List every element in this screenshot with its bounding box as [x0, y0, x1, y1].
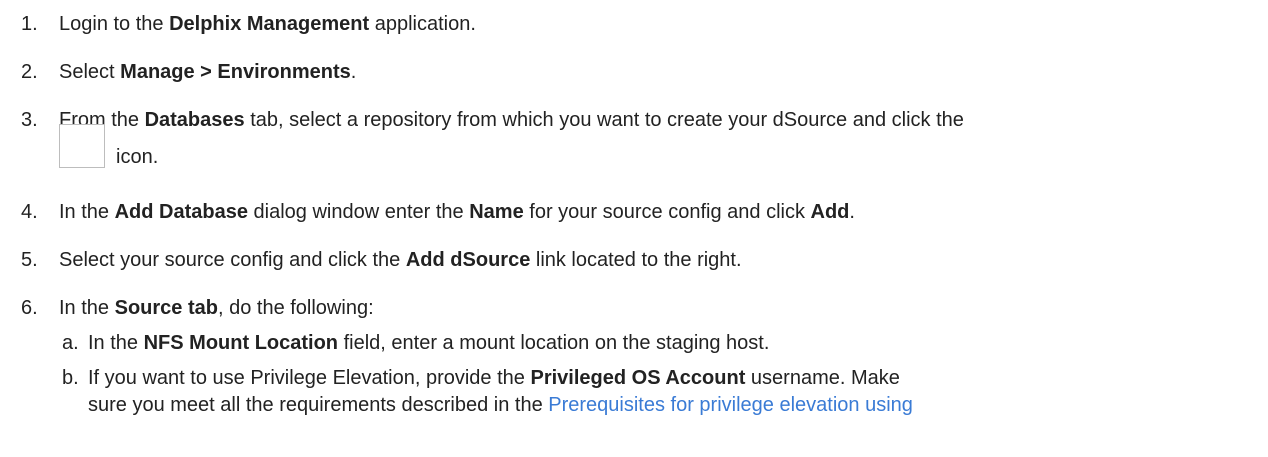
prerequisites-link[interactable]: Prerequisites for privilege elevation us… — [548, 394, 913, 416]
step-5: 5. Select your source config and click th… — [21, 248, 742, 272]
step-1: 1. Login to the Delphix Management applic… — [21, 12, 476, 36]
step-text: tab, select a repository from which you … — [244, 109, 964, 131]
substep-bold-term: NFS Mount Location — [143, 332, 339, 354]
step-3: 3. From the Databases tab, select a repos… — [21, 108, 964, 132]
step-text: dialog window enter the — [247, 201, 470, 223]
step-number: 3. — [21, 109, 38, 131]
step-bold-term: Source tab — [114, 297, 218, 319]
step-text: . — [849, 201, 855, 223]
step-bold-term: Name — [469, 201, 524, 223]
step-number: 5. — [21, 249, 38, 271]
substep-b: b. If you want to use Privilege Elevation… — [62, 366, 900, 390]
step-number: 2. — [21, 61, 38, 83]
step-bold-term: Add Database — [114, 201, 248, 223]
step-bold-term: Manage > Environments — [120, 61, 351, 83]
step-text: link located to the right. — [530, 249, 742, 271]
step-2: 2. Select Manage > Environments. — [21, 60, 356, 84]
substep-a: a. In the NFS Mount Location field, enter… — [62, 331, 769, 355]
step-bold-term: Add — [810, 201, 850, 223]
substep-letter: a. — [62, 332, 79, 354]
substep-text: username. Make — [745, 367, 900, 389]
step-bold-term: Delphix Management — [169, 13, 370, 35]
step-text: , do the following: — [217, 297, 374, 319]
step-text: In the — [59, 201, 115, 223]
step-bold-term: Databases — [144, 109, 245, 131]
step-6: 6. In the Source tab, do the following: — [21, 296, 374, 320]
step-text: Select — [59, 61, 121, 83]
step-text: application. — [369, 13, 476, 35]
step-4: 4. In the Add Database dialog window ente… — [21, 200, 855, 224]
step-bold-term: Add dSource — [405, 249, 531, 271]
add-database-icon — [59, 124, 105, 168]
substep-b-line-2: sure you meet all the requirements descr… — [88, 393, 913, 417]
step-text: Login to the — [59, 13, 170, 35]
documentation-page: 1. Login to the Delphix Management applic… — [0, 0, 1268, 457]
step-number: 6. — [21, 297, 38, 319]
substep-text: In the — [88, 332, 144, 354]
substep-text: sure you meet all the requirements descr… — [88, 394, 549, 416]
step-text: for your source config and click — [523, 201, 811, 223]
substep-bold-term: Privileged OS Account — [530, 367, 746, 389]
substep-letter: b. — [62, 367, 79, 389]
step-number: 1. — [21, 13, 38, 35]
step-text: . — [350, 61, 357, 83]
step-text: Select your source config and click the — [59, 249, 406, 271]
substep-text: field, enter a mount location on the sta… — [338, 332, 770, 354]
step-number: 4. — [21, 201, 38, 223]
icon-label: icon. — [116, 146, 159, 168]
step-text: In the — [59, 297, 115, 319]
substep-text: If you want to use Privilege Elevation, … — [88, 367, 531, 389]
